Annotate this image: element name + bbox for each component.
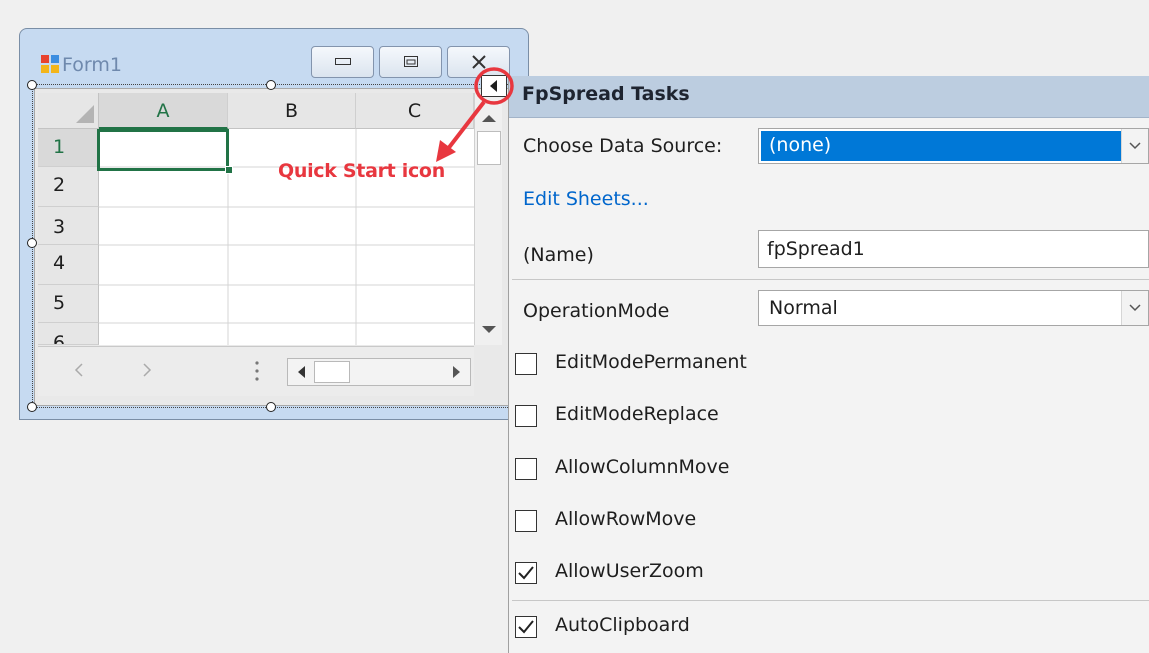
checkbox-label: AutoClipboard <box>555 614 690 636</box>
checkbox-box[interactable] <box>515 458 537 480</box>
data-source-value: (none) <box>769 134 832 156</box>
resize-handle-top-middle[interactable] <box>266 80 276 90</box>
resize-handle-top-left[interactable] <box>27 80 37 90</box>
edit-sheets-link[interactable]: Edit Sheets... <box>523 188 649 210</box>
checkbox-box[interactable] <box>515 616 537 638</box>
checkbox-allow-user-zoom[interactable]: AllowUserZoom <box>515 559 815 589</box>
name-value: fpSpread1 <box>767 238 865 260</box>
name-input[interactable]: fpSpread1 <box>758 230 1149 268</box>
checkbox-box[interactable] <box>515 405 537 427</box>
chevron-down-icon <box>1129 304 1141 312</box>
section-separator <box>512 600 1149 601</box>
operation-mode-dropdown-arrow[interactable] <box>1121 291 1148 325</box>
maximize-icon <box>403 56 418 67</box>
name-label: (Name) <box>523 244 594 266</box>
operation-mode-value: Normal <box>769 297 838 319</box>
operation-mode-label: OperationMode <box>523 300 670 322</box>
checkbox-box[interactable] <box>515 510 537 532</box>
checkbox-label: AllowUserZoom <box>555 560 704 582</box>
section-separator <box>512 279 1149 280</box>
minimize-button[interactable] <box>311 46 374 78</box>
checkbox-label: EditModeReplace <box>555 403 719 425</box>
highlight-circle-icon <box>474 67 514 105</box>
checkbox-label: AllowColumnMove <box>555 456 730 478</box>
checkmark-icon <box>518 620 534 634</box>
checkbox-label: AllowRowMove <box>555 508 697 530</box>
checkbox-box[interactable] <box>515 562 537 584</box>
checkbox-allow-column-move[interactable]: AllowColumnMove <box>515 455 815 485</box>
resize-handle-bottom-middle[interactable] <box>266 402 276 412</box>
checkmark-icon <box>518 566 534 580</box>
data-source-label: Choose Data Source: <box>523 135 723 157</box>
resize-handle-bottom-left[interactable] <box>27 402 37 412</box>
data-source-dropdown-arrow[interactable] <box>1121 129 1148 163</box>
checkbox-label: EditModePermanent <box>555 351 747 373</box>
checkbox-box[interactable] <box>515 353 537 375</box>
checkbox-auto-clipboard[interactable]: AutoClipboard <box>515 613 815 643</box>
form-icon <box>41 55 59 73</box>
chevron-down-icon <box>1129 142 1141 150</box>
checkbox-allow-row-move[interactable]: AllowRowMove <box>515 507 815 537</box>
operation-mode-dropdown[interactable]: Normal <box>758 290 1149 326</box>
data-source-dropdown[interactable]: (none) <box>758 128 1149 164</box>
annotation-label: Quick Start icon <box>278 160 445 182</box>
checkbox-edit-mode-permanent[interactable]: EditModePermanent <box>515 350 815 380</box>
minimize-icon <box>334 58 351 65</box>
maximize-button[interactable] <box>379 46 442 78</box>
checkbox-edit-mode-replace[interactable]: EditModeReplace <box>515 402 815 432</box>
resize-handle-middle-left[interactable] <box>27 238 37 248</box>
form-title: Form1 <box>62 54 122 76</box>
tasks-panel-title: FpSpread Tasks <box>522 83 690 105</box>
